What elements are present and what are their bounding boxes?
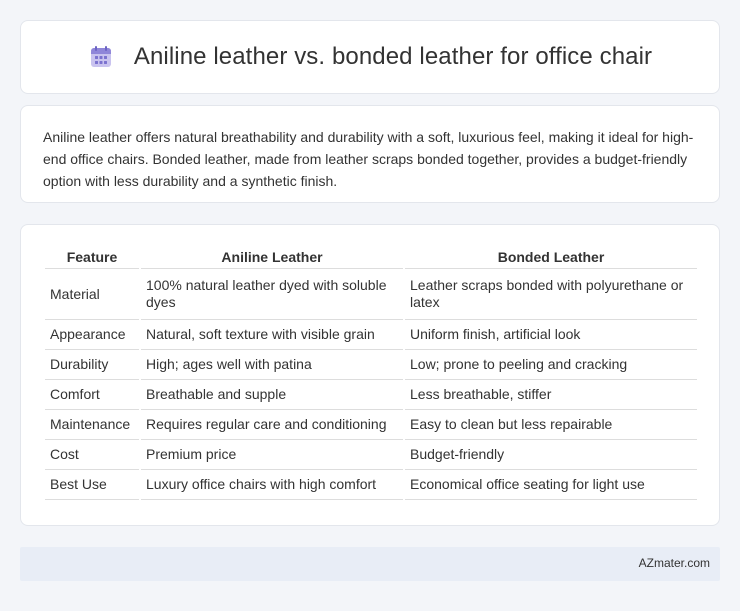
page-title: Aniline leather vs. bonded leather for o… [133,43,653,70]
table-row: Appearance Natural, soft texture with vi… [45,320,697,350]
header-bonded: Bonded Leather [405,245,697,269]
table-row: Material 100% natural leather dyed with … [45,269,697,320]
row-aniline: Breathable and supple [141,380,403,410]
row-aniline: High; ages well with patina [141,350,403,380]
footer: AZmater.com [20,547,720,581]
table-row: Comfort Breathable and supple Less breat… [45,380,697,410]
calendar-icon [88,44,114,70]
row-feature: Durability [45,350,139,380]
table-row: Durability High; ages well with patina L… [45,350,697,380]
table-header-row: Feature Aniline Leather Bonded Leather [45,245,697,269]
comparison-table: Feature Aniline Leather Bonded Leather M… [43,245,699,500]
row-bonded: Low; prone to peeling and cracking [405,350,697,380]
table-row: Maintenance Requires regular care and co… [45,410,697,440]
row-aniline: Premium price [141,440,403,470]
row-aniline: 100% natural leather dyed with soluble d… [141,269,403,320]
row-aniline: Luxury office chairs with high comfort [141,470,403,500]
summary-text: Aniline leather offers natural breathabi… [43,129,694,189]
row-feature: Cost [45,440,139,470]
header-feature: Feature [45,245,139,269]
row-bonded: Leather scraps bonded with polyurethane … [405,269,697,320]
row-bonded: Budget-friendly [405,440,697,470]
row-feature: Comfort [45,380,139,410]
row-bonded: Economical office seating for light use [405,470,697,500]
row-bonded: Uniform finish, artificial look [405,320,697,350]
footer-brand[interactable]: AZmater.com [639,556,710,570]
row-bonded: Easy to clean but less repairable [405,410,697,440]
title-card: Aniline leather vs. bonded leather for o… [20,20,720,94]
table-row: Cost Premium price Budget-friendly [45,440,697,470]
row-feature: Material [45,269,139,320]
row-feature: Maintenance [45,410,139,440]
header-aniline: Aniline Leather [141,245,403,269]
row-feature: Appearance [45,320,139,350]
comparison-table-card: Feature Aniline Leather Bonded Leather M… [20,224,720,526]
table-row: Best Use Luxury office chairs with high … [45,470,697,500]
row-feature: Best Use [45,470,139,500]
row-aniline: Natural, soft texture with visible grain [141,320,403,350]
row-aniline: Requires regular care and conditioning [141,410,403,440]
summary-card: Aniline leather offers natural breathabi… [20,105,720,203]
row-bonded: Less breathable, stiffer [405,380,697,410]
